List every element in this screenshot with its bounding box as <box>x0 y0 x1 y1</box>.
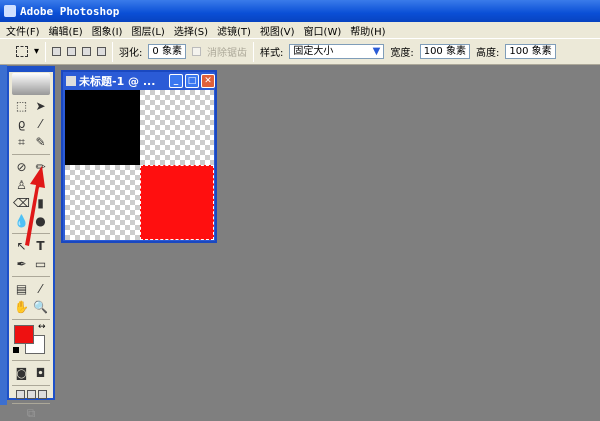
menu-view[interactable]: 视图(V) <box>260 23 295 38</box>
style-value: 固定大小 <box>293 46 334 57</box>
menu-layer[interactable]: 图层(L) <box>131 23 164 38</box>
magic-wand-tool-icon[interactable]: ⁄ <box>32 116 49 132</box>
menu-image[interactable]: 图象(I) <box>92 23 123 38</box>
standard-screen-icon[interactable] <box>15 390 25 399</box>
default-colors-icon[interactable] <box>13 347 19 353</box>
style-select[interactable]: 固定大小 ▼ <box>289 44 385 59</box>
crop-tool-icon[interactable]: ⌗ <box>13 134 30 150</box>
menu-file[interactable]: 文件(F) <box>6 23 40 38</box>
divider <box>45 41 47 62</box>
full-screen-icon[interactable] <box>37 390 47 399</box>
foreground-color-swatch[interactable] <box>14 325 34 344</box>
title-bar: Adobe Photoshop <box>0 0 600 22</box>
lasso-tool-icon[interactable]: ϱ <box>13 116 30 132</box>
width-label: 宽度: <box>390 48 414 59</box>
feather-input[interactable]: 0 象素 <box>148 44 186 59</box>
divider <box>112 41 114 62</box>
divider <box>12 385 50 386</box>
divider <box>12 360 50 361</box>
minimize-button[interactable]: _ <box>169 73 183 88</box>
red-square-selection <box>140 165 214 240</box>
screen-modes <box>9 388 53 401</box>
desktop-edge <box>0 65 7 405</box>
pen-tool-icon[interactable]: ✒ <box>13 256 30 272</box>
antialias-label: 消除锯齿 <box>206 48 247 59</box>
menu-filter[interactable]: 滤镜(T) <box>217 23 251 38</box>
full-screen-menu-icon[interactable] <box>26 390 36 399</box>
divider <box>252 41 254 62</box>
style-label: 样式: <box>259 48 284 59</box>
chevron-down-icon: ▼ <box>372 46 381 57</box>
shape-tool-icon[interactable]: ▭ <box>32 256 49 272</box>
standard-mode-icon[interactable]: ◙ <box>13 365 30 381</box>
menu-bar: 文件(F) 编辑(E) 图象(I) 图层(L) 选择(S) 滤镜(T) 视图(V… <box>0 22 600 38</box>
document-title: 未标题-1 @ ... <box>79 74 156 88</box>
zoom-tool-icon[interactable]: 🔍 <box>32 299 49 315</box>
adobe-logo[interactable] <box>12 73 50 95</box>
close-button[interactable]: ✕ <box>201 73 215 88</box>
black-square <box>65 90 140 165</box>
divider <box>12 154 50 155</box>
notes-tool-icon[interactable]: ▤ <box>13 281 30 297</box>
marquee-tool-icon[interactable]: ⬚ <box>13 98 30 114</box>
divider <box>12 403 50 404</box>
menu-window[interactable]: 窗口(W) <box>304 23 342 38</box>
options-bar: ▾ 羽化: 0 象素 消除锯齿 样式: 固定大小 ▼ 宽度: 100 象素 高度:… <box>0 38 600 65</box>
hand-tool-icon[interactable]: ✋ <box>13 299 30 315</box>
subtract-selection-icon[interactable] <box>82 47 92 56</box>
swap-colors-icon[interactable]: ↔ <box>38 322 46 332</box>
divider <box>12 319 50 320</box>
quick-mask-mode-icon[interactable]: ◘ <box>32 365 49 381</box>
app-title: Adobe Photoshop <box>20 4 120 18</box>
add-selection-icon[interactable] <box>67 47 77 56</box>
feather-label: 羽化: <box>119 48 143 59</box>
height-label: 高度: <box>475 48 500 59</box>
height-input[interactable]: 100 象素 <box>505 44 556 59</box>
jump-to-imageready-icon[interactable]: ⧉ <box>9 406 53 421</box>
new-selection-icon[interactable] <box>52 47 62 56</box>
slice-tool-icon[interactable]: ✎ <box>32 134 49 150</box>
marquee-preset-icon[interactable] <box>16 46 28 57</box>
annotation-arrow <box>25 166 45 246</box>
document-window: 未标题-1 @ ... _ □ ✕ <box>61 70 217 243</box>
color-swatches: ↔ <box>9 322 53 358</box>
canvas[interactable] <box>65 90 214 240</box>
photoshop-icon <box>4 5 16 17</box>
preset-dropdown-icon[interactable]: ▾ <box>34 46 39 57</box>
menu-help[interactable]: 帮助(H) <box>350 23 385 38</box>
divider <box>12 276 50 277</box>
antialias-checkbox[interactable] <box>191 47 201 56</box>
document-icon <box>66 75 76 86</box>
maximize-button[interactable]: □ <box>185 73 199 88</box>
move-tool-icon[interactable]: ➤ <box>32 98 49 114</box>
menu-edit[interactable]: 编辑(E) <box>49 23 83 38</box>
intersect-selection-icon[interactable] <box>97 47 107 56</box>
eyedropper-tool-icon[interactable]: ⁄ <box>32 281 49 297</box>
width-input[interactable]: 100 象素 <box>419 44 470 59</box>
menu-select[interactable]: 选择(S) <box>174 23 208 38</box>
